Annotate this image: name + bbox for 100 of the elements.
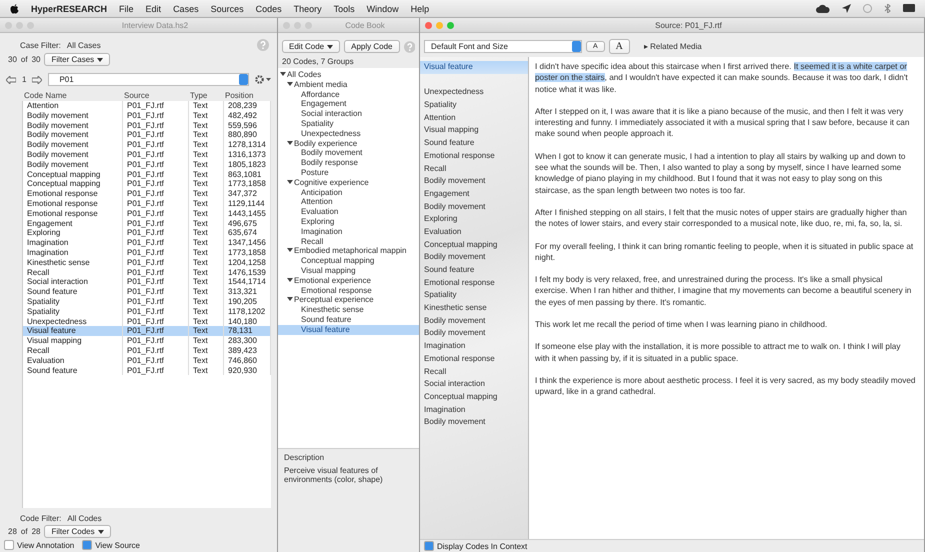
- code-marker[interactable]: Unexpectedness: [420, 86, 528, 100]
- table-cell[interactable]: Spatiality: [23, 306, 123, 317]
- filter-codes-button[interactable]: Filter Codes: [44, 525, 111, 538]
- disclosure-triangle-icon[interactable]: [287, 296, 293, 302]
- related-media-toggle[interactable]: ▸ Related Media: [644, 42, 702, 51]
- tree-item[interactable]: All Codes: [278, 70, 419, 80]
- table-cell[interactable]: Evaluation: [23, 356, 123, 366]
- table-cell[interactable]: Attention: [23, 101, 123, 111]
- code-marker[interactable]: Engagement: [420, 188, 528, 201]
- code-marker[interactable]: Visual feature: [420, 61, 528, 74]
- table-cell[interactable]: Social interaction: [23, 277, 123, 288]
- tree-item[interactable]: Bodily movement: [278, 148, 419, 158]
- table-cell[interactable]: Exploring: [23, 228, 123, 238]
- tree-item[interactable]: Bodily experience: [278, 138, 419, 148]
- table-cell[interactable]: Spatiality: [23, 296, 123, 307]
- tree-item[interactable]: Attention: [278, 197, 419, 208]
- cloud-icon[interactable]: [816, 4, 830, 13]
- tree-item[interactable]: Bodily response: [278, 158, 419, 168]
- tree-item[interactable]: Visual mapping: [278, 266, 419, 276]
- tree-item[interactable]: Spatiality: [278, 118, 419, 129]
- tree-item[interactable]: Kinesthetic sense: [278, 305, 419, 315]
- code-marker[interactable]: Evaluation: [420, 226, 528, 239]
- table-cell[interactable]: Kinesthetic sense: [23, 258, 123, 268]
- table-cell[interactable]: Bodily movement: [23, 110, 123, 121]
- menu-item[interactable]: Help: [410, 4, 430, 14]
- tree-item[interactable]: Cognitive experience: [278, 178, 419, 188]
- menu-item[interactable]: Codes: [256, 4, 282, 14]
- table-cell[interactable]: Bodily movement: [23, 130, 123, 140]
- table-cell[interactable]: Bodily movement: [23, 120, 123, 130]
- case-select[interactable]: P01: [48, 73, 249, 86]
- tree-item[interactable]: Conceptual mapping: [278, 256, 419, 266]
- app-menu[interactable]: HyperRESEARCH: [31, 4, 108, 14]
- table-cell[interactable]: Bodily movement: [23, 140, 123, 150]
- table-cell[interactable]: Imagination: [23, 238, 123, 248]
- code-marker[interactable]: Bodily movement: [420, 416, 528, 429]
- code-marker[interactable]: Conceptual mapping: [420, 238, 528, 252]
- tree-item[interactable]: Embodied metaphorical mappin: [278, 246, 419, 256]
- table-cell[interactable]: Bodily movement: [23, 150, 123, 160]
- tree-item[interactable]: Posture: [278, 168, 419, 178]
- menu-item[interactable]: Theory: [294, 4, 322, 14]
- tree-item[interactable]: Sound feature: [278, 314, 419, 325]
- tree-item[interactable]: Ambient media: [278, 80, 419, 90]
- disclosure-triangle-icon[interactable]: [287, 140, 293, 146]
- code-marker[interactable]: Kinesthetic sense: [420, 302, 528, 315]
- code-marker[interactable]: Bodily movement: [420, 327, 528, 340]
- code-marker[interactable]: Imagination: [420, 340, 528, 353]
- edit-code-button[interactable]: Edit Code: [282, 40, 340, 53]
- table-cell[interactable]: Imagination: [23, 248, 123, 258]
- display-codes-checkbox[interactable]: Display Codes In Context: [424, 541, 528, 551]
- menu-item[interactable]: Tools: [334, 4, 355, 14]
- code-marker[interactable]: Bodily movement: [420, 200, 528, 214]
- tree-item[interactable]: Perceptual experience: [278, 295, 419, 306]
- table-cell[interactable]: Emotional response: [23, 208, 123, 219]
- menu-item[interactable]: Edit: [146, 4, 162, 14]
- column-header[interactable]: Type: [188, 91, 223, 100]
- code-marker[interactable]: Sound feature: [420, 264, 528, 277]
- column-header[interactable]: Code Name: [22, 91, 122, 100]
- menu-item[interactable]: Window: [366, 4, 399, 14]
- code-marker[interactable]: Emotional response: [420, 150, 528, 162]
- table-cell[interactable]: Recall: [23, 346, 123, 356]
- code-marker[interactable]: Bodily movement: [420, 314, 528, 328]
- code-marker[interactable]: Spatiality: [420, 289, 528, 302]
- code-marker[interactable]: Imagination: [420, 404, 528, 416]
- code-marker[interactable]: Recall: [420, 162, 528, 176]
- column-header[interactable]: Source: [122, 91, 188, 100]
- apply-code-button[interactable]: Apply Code: [344, 40, 400, 53]
- code-marker[interactable]: Emotional response: [420, 352, 528, 366]
- code-marker[interactable]: Spatiality: [420, 99, 528, 112]
- disclosure-triangle-icon[interactable]: [287, 247, 293, 254]
- large-font-button[interactable]: A: [608, 39, 630, 54]
- code-marker[interactable]: Visual mapping: [420, 124, 528, 138]
- location-arrow-icon[interactable]: [842, 4, 851, 13]
- table-cell[interactable]: Emotional response: [23, 189, 123, 199]
- close-button[interactable]: [425, 22, 432, 28]
- tree-item[interactable]: Social interaction: [278, 109, 419, 119]
- menu-item[interactable]: Cases: [173, 4, 199, 14]
- table-cell[interactable]: Emotional response: [23, 198, 123, 209]
- font-select[interactable]: Default Font and Size: [424, 40, 582, 53]
- disclosure-triangle-icon[interactable]: [287, 178, 293, 185]
- table-cell[interactable]: Sound feature: [23, 287, 123, 297]
- tree-item[interactable]: Evaluation: [278, 207, 419, 217]
- code-marker[interactable]: Conceptual mapping: [420, 390, 528, 404]
- tree-item[interactable]: Emotional response: [278, 286, 419, 296]
- table-cell[interactable]: Engagement: [23, 218, 123, 228]
- table-cell[interactable]: Recall: [23, 268, 123, 278]
- tree-item[interactable]: Emotional experience: [278, 276, 419, 286]
- table-cell[interactable]: Conceptual mapping: [23, 170, 123, 180]
- table-cell[interactable]: Sound feature: [23, 366, 123, 376]
- disclosure-triangle-icon[interactable]: [280, 71, 286, 77]
- tree-item[interactable]: Unexpectedness: [278, 128, 419, 139]
- disclosure-triangle-icon[interactable]: [287, 80, 293, 87]
- settings-icon[interactable]: [255, 75, 271, 84]
- code-marker[interactable]: Exploring: [420, 213, 528, 226]
- tree-item[interactable]: Anticipation: [278, 188, 419, 198]
- view-annotation-checkbox[interactable]: View Annotation: [4, 540, 74, 550]
- tree-item[interactable]: Affordance: [278, 90, 419, 100]
- menu-item[interactable]: Sources: [210, 4, 244, 14]
- table-cell[interactable]: Visual feature: [23, 326, 123, 336]
- bluetooth-icon[interactable]: [884, 4, 891, 13]
- tree-item[interactable]: Visual feature: [278, 324, 419, 335]
